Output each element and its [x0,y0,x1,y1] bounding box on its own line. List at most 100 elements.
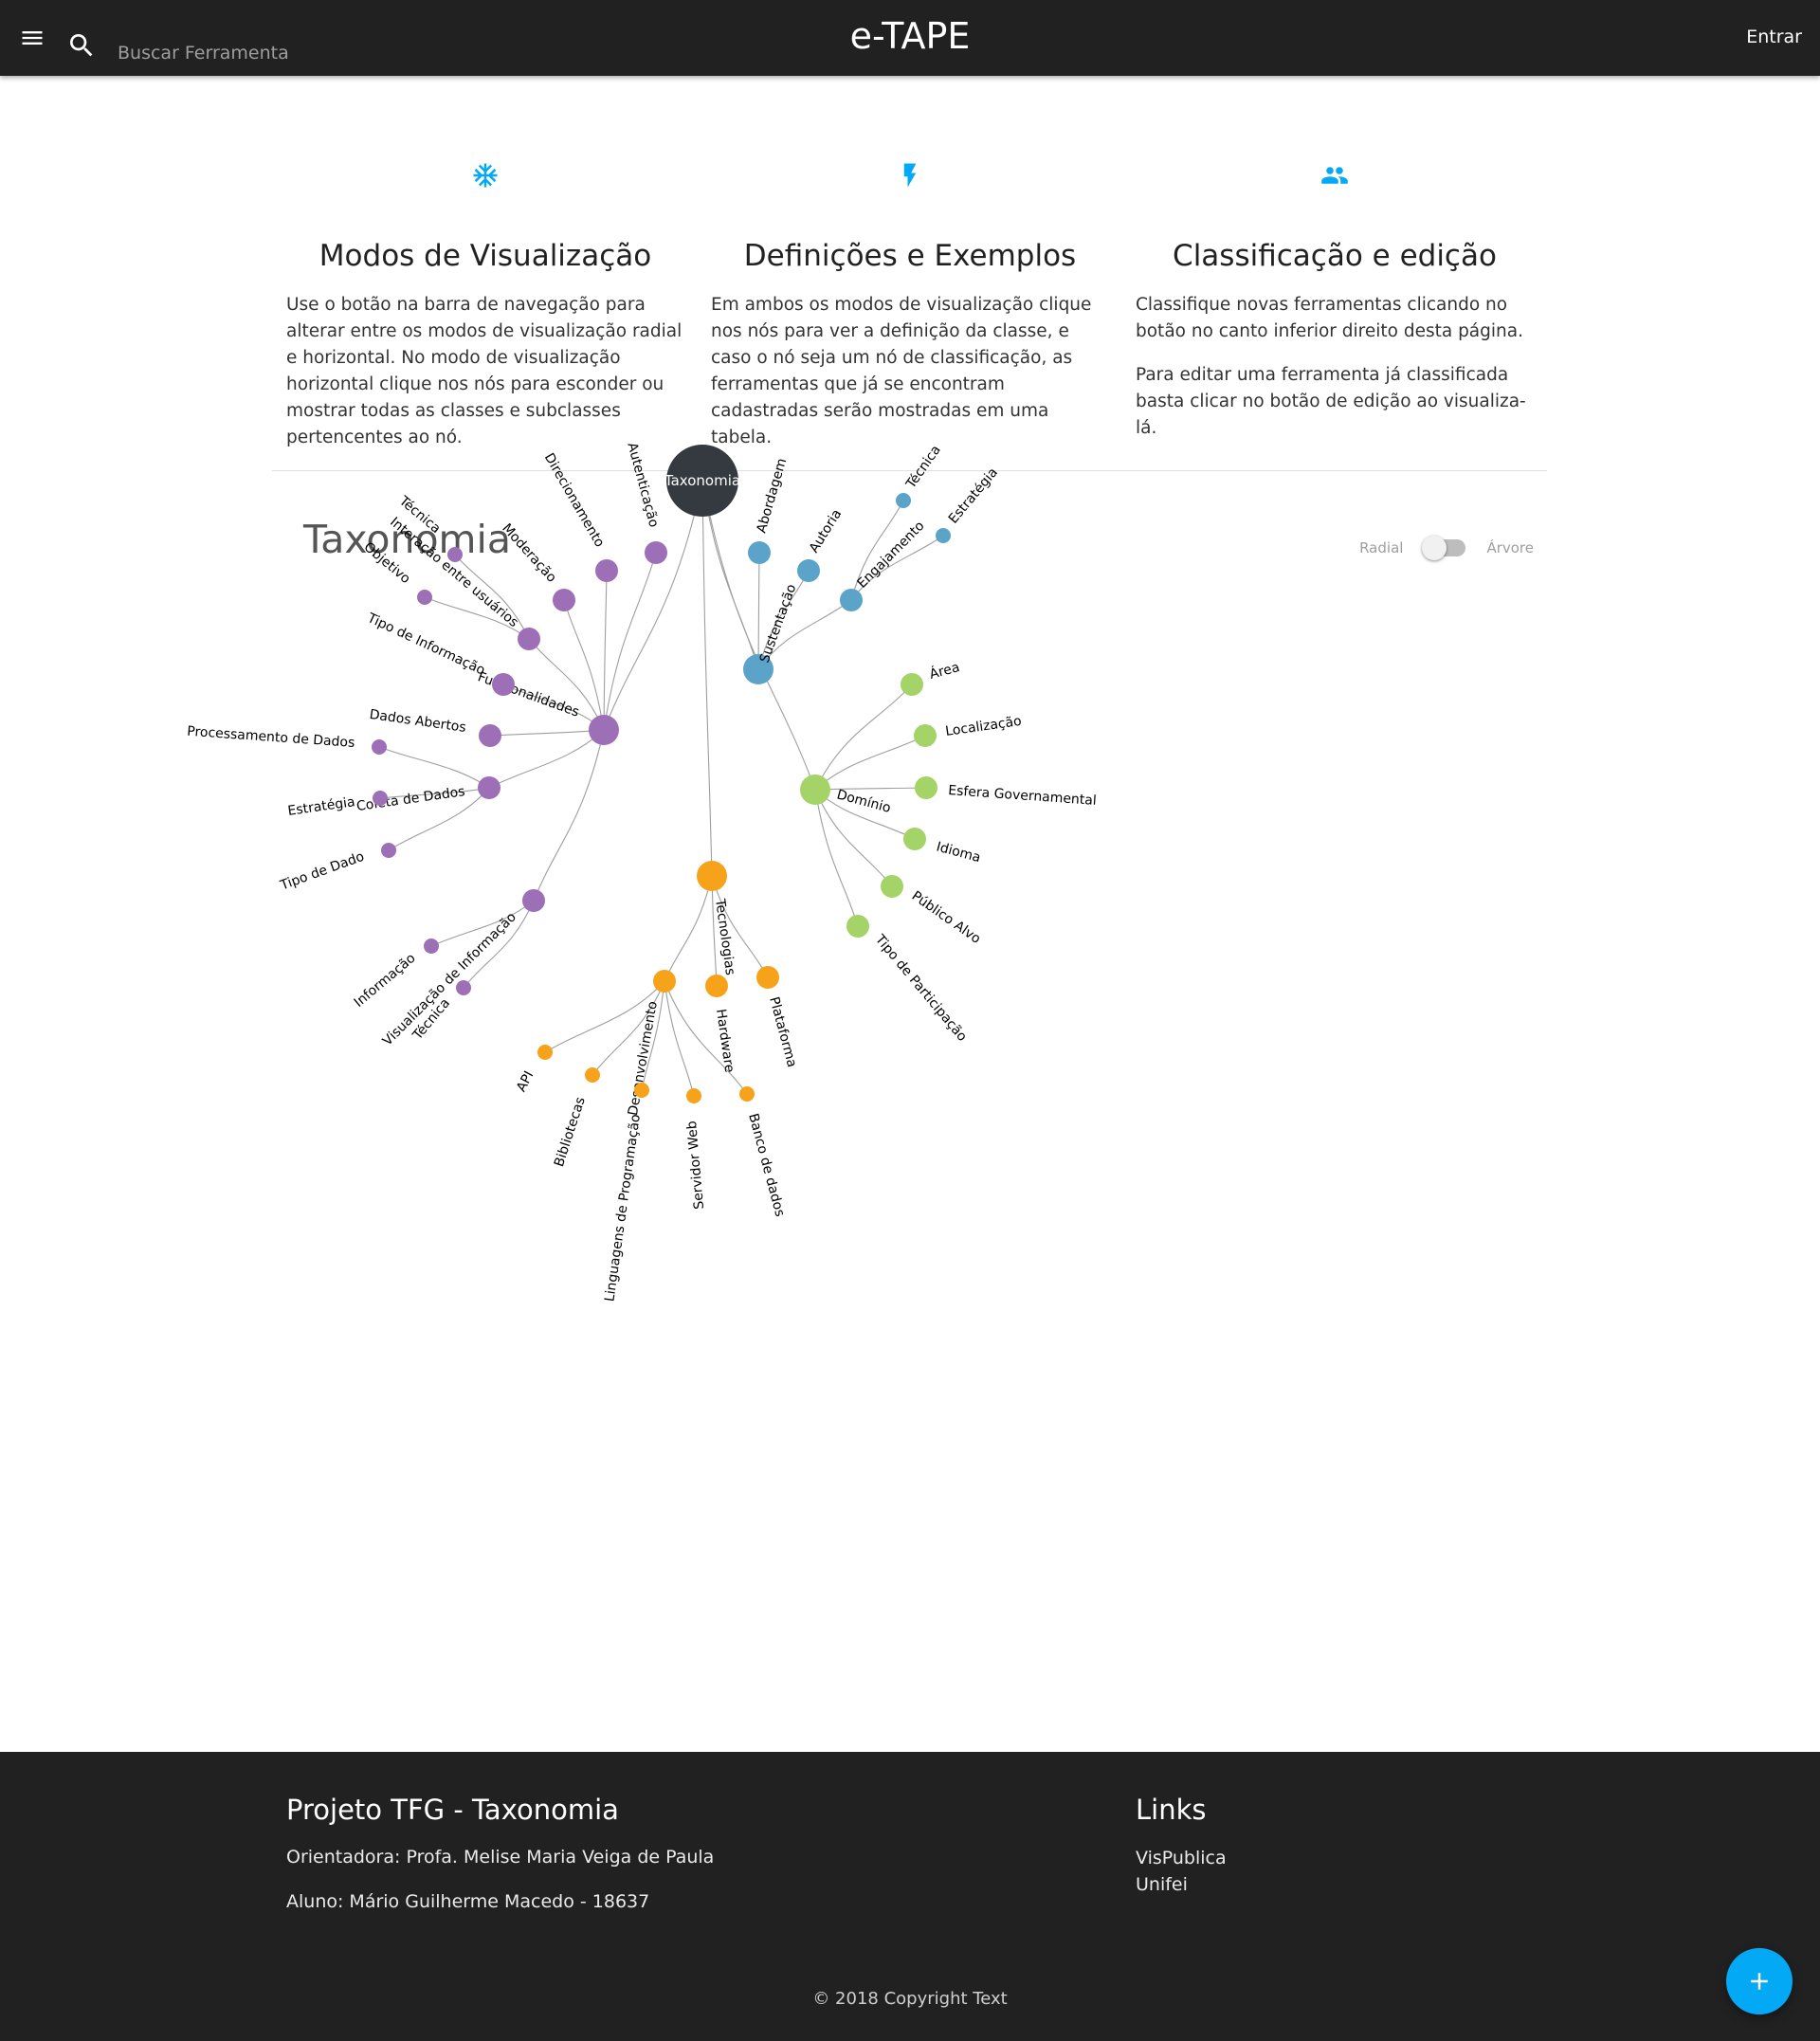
taxonomy-node[interactable]: Linguagens de Programação [602,1083,649,1303]
tree-link [488,729,605,789]
taxonomy-node[interactable]: Plataforma [756,966,799,1069]
taxonomy-node[interactable]: Esfera Governamental [915,776,1097,809]
taxonomy-node[interactable]: Técnica [896,443,944,508]
taxonomy-node[interactable]: Autenticação [624,441,667,564]
node-circle[interactable] [686,1088,701,1103]
node-circle[interactable] [739,1086,755,1102]
tree-link [603,570,608,731]
taxonomy-node[interactable]: Sustentação [743,582,799,684]
node-label: Servidor Web [684,1121,707,1211]
view-mode-toggle[interactable] [1422,536,1466,560]
switch-label-radial: Radial [1359,539,1404,556]
tree-nodes: Taxonomia Sustentação Abordagem Autoria Enga… [187,441,1098,1303]
taxonomy-node[interactable]: Moderação [499,521,575,611]
taxonomy-node[interactable]: Dados Abertos [369,707,501,747]
node-circle[interactable] [479,724,501,747]
search-input[interactable] [118,38,402,68]
node-circle[interactable] [373,791,388,806]
node-circle[interactable] [585,1067,600,1083]
node-label: Processamento de Dados [187,724,355,751]
link-vispublica[interactable]: VisPublica [1136,1845,1227,1871]
add-tool-button[interactable] [1726,1948,1793,2014]
node-circle[interactable] [756,966,779,989]
feature-title: Definições e Exemplos [743,239,1077,273]
node-circle[interactable] [456,980,471,995]
node-circle[interactable] [372,739,387,755]
node-circle[interactable] [748,541,771,564]
node-circle[interactable] [705,975,728,997]
node-circle[interactable] [800,774,830,805]
copyright: © 2018 Copyright Text [812,1989,1008,2009]
node-circle[interactable] [797,559,820,582]
taxonomy-node[interactable]: Tipo de Dado [278,843,396,894]
node-circle[interactable] [653,970,676,993]
taxonomy-node[interactable]: Hardware [705,975,737,1073]
node-circle[interactable] [447,547,463,562]
node-label: Área [928,659,962,683]
switch-label-tree: Árvore [1486,539,1534,556]
node-circle[interactable] [645,541,667,564]
node-circle[interactable] [901,673,923,696]
node-circle[interactable] [492,673,515,696]
search-icon[interactable] [66,30,97,61]
node-circle[interactable] [840,589,863,611]
login-link[interactable]: Entrar [1746,27,1802,47]
node-circle[interactable] [846,915,869,938]
node-circle[interactable] [914,724,937,747]
node-label: Idioma [935,839,982,866]
taxonomy-node[interactable]: Bibliotecas [552,1067,600,1169]
node-label: API [514,1068,537,1094]
node-circle[interactable] [537,1045,553,1060]
node-circle[interactable] [936,528,951,543]
node-circle[interactable] [915,776,937,799]
menu-icon[interactable] [19,25,46,51]
taxonomy-node[interactable]: Servidor Web [684,1088,707,1210]
footer-links: VisPublica Unifei [1136,1845,1227,1898]
node-circle[interactable] [381,843,396,858]
tree-link [814,683,913,791]
node-label: Autenticação [624,441,661,529]
view-mode-switch: Radial Árvore [1359,535,1534,561]
node-circle[interactable] [589,715,619,745]
node-circle[interactable] [595,559,618,582]
node-circle[interactable] [417,590,432,605]
tree-link [378,746,490,789]
taxonomy-node[interactable]: Desenvolvimento [626,970,676,1117]
brand-logo[interactable]: e-TAPE [850,15,971,57]
taxonomy-node[interactable]: Tipo de Informação [364,610,515,696]
node-label: Funcionalidades [476,669,581,720]
tree-link [489,729,605,737]
node-circle[interactable] [903,828,926,850]
taxonomy-node[interactable]: Idioma [903,828,982,866]
taxonomy-node[interactable]: Banco de dados [739,1086,788,1218]
taxonomy-radial-tree: Taxonomia Sustentação Abordagem Autoria Enga… [187,441,1098,1303]
node-label: Bibliotecas [552,1095,589,1169]
taxonomy-node[interactable]: Taxonomia [664,445,740,517]
taxonomy-node[interactable]: Localização [914,714,1023,747]
taxonomy-node[interactable]: Autoria [797,507,845,582]
node-circle[interactable] [522,889,545,912]
node-circle[interactable] [424,938,439,954]
node-circle[interactable] [881,875,903,898]
node-label: Taxonomia [664,472,740,489]
taxonomy-node[interactable]: Abordagem [748,457,790,564]
link-unifei[interactable]: Unifei [1136,1871,1227,1898]
feature-definitions: Definições e Exemplos Em ambos os modos … [711,161,1109,451]
node-circle[interactable] [634,1083,649,1098]
taxonomy-node[interactable]: Público Alvo [881,875,983,947]
node-label: Abordagem [754,457,790,535]
node-label: Linguagens de Programação [602,1113,644,1303]
flash-icon [903,163,917,188]
taxonomy-node[interactable]: Tecnologias [697,861,737,976]
taxonomy-node[interactable]: Processamento de Dados [187,724,387,755]
taxonomy-node[interactable]: API [514,1045,553,1094]
taxonomy-node[interactable]: Área [901,659,961,696]
node-circle[interactable] [518,628,540,650]
node-circle[interactable] [896,493,911,508]
taxonomy-node[interactable]: Tipo de Participação [846,915,970,1045]
node-circle[interactable] [697,861,727,891]
taxonomy-node[interactable]: Estratégia [936,465,1001,543]
node-circle[interactable] [553,589,575,611]
node-circle[interactable] [478,776,500,799]
section-divider [272,470,1547,471]
